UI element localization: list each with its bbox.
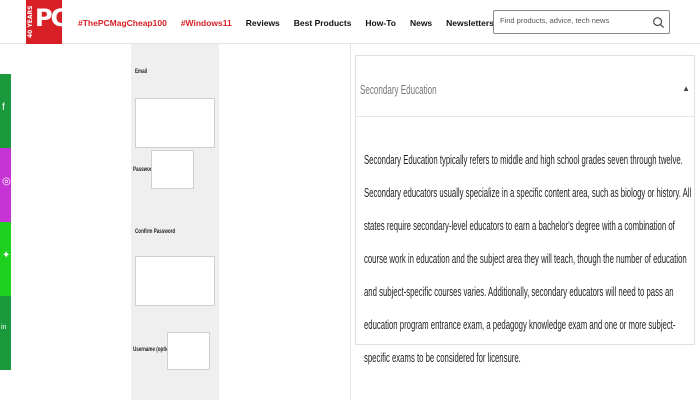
signup-form: Email Password Confirm Password Username… [131, 44, 219, 400]
site-header: 40 YEARS PC #ThePCMagCheap100 #Windows11… [0, 0, 700, 44]
twitter-share-button[interactable]: ✦ [0, 222, 11, 296]
nav-item-cheap100[interactable]: #ThePCMagCheap100 [78, 16, 167, 30]
accordion-card: Secondary Education ▲ Secondary Educatio… [355, 55, 695, 365]
linkedin-icon: in [1, 324, 7, 331]
twitter-icon: ✦ [2, 250, 11, 261]
facebook-share-button[interactable]: f [0, 74, 11, 148]
nav-item-news[interactable]: News [410, 16, 432, 30]
logo-pc-text: PC [35, 4, 68, 32]
accordion-title[interactable]: Secondary Education [360, 82, 437, 97]
instagram-icon: ◎ [2, 176, 11, 187]
search-input[interactable]: Find products, advice, tech news [493, 10, 670, 34]
accordion-body-text: Secondary Education typically refers to … [364, 153, 692, 365]
pcmag-logo[interactable]: 40 YEARS PC [26, 0, 68, 44]
facebook-icon: f [2, 102, 5, 113]
confirm-password-field[interactable] [135, 256, 215, 306]
nav-item-best-products[interactable]: Best Products [294, 16, 352, 30]
nav-item-newsletters[interactable]: Newsletters [446, 16, 494, 30]
password-field[interactable] [151, 150, 194, 189]
email-field[interactable] [135, 98, 215, 148]
search-icon[interactable] [652, 16, 665, 29]
accordion-separator [356, 116, 694, 117]
nav-item-windows11[interactable]: #Windows11 [181, 16, 232, 30]
search-placeholder: Find products, advice, tech news [500, 16, 610, 25]
username-field[interactable] [167, 332, 210, 370]
logo-years-text: 40 YEARS [27, 5, 34, 39]
column-divider [350, 44, 351, 400]
nav-item-reviews[interactable]: Reviews [246, 16, 280, 30]
instagram-share-button[interactable]: ◎ [0, 148, 11, 222]
linkedin-share-button[interactable]: in [0, 296, 11, 370]
email-label: Email [135, 68, 148, 75]
nav-item-how-to[interactable]: How-To [365, 16, 396, 30]
chevron-up-icon[interactable]: ▲ [682, 84, 690, 93]
confirm-password-label: Confirm Password [135, 228, 176, 235]
main-nav: #ThePCMagCheap100 #Windows11 Reviews Bes… [78, 16, 508, 30]
